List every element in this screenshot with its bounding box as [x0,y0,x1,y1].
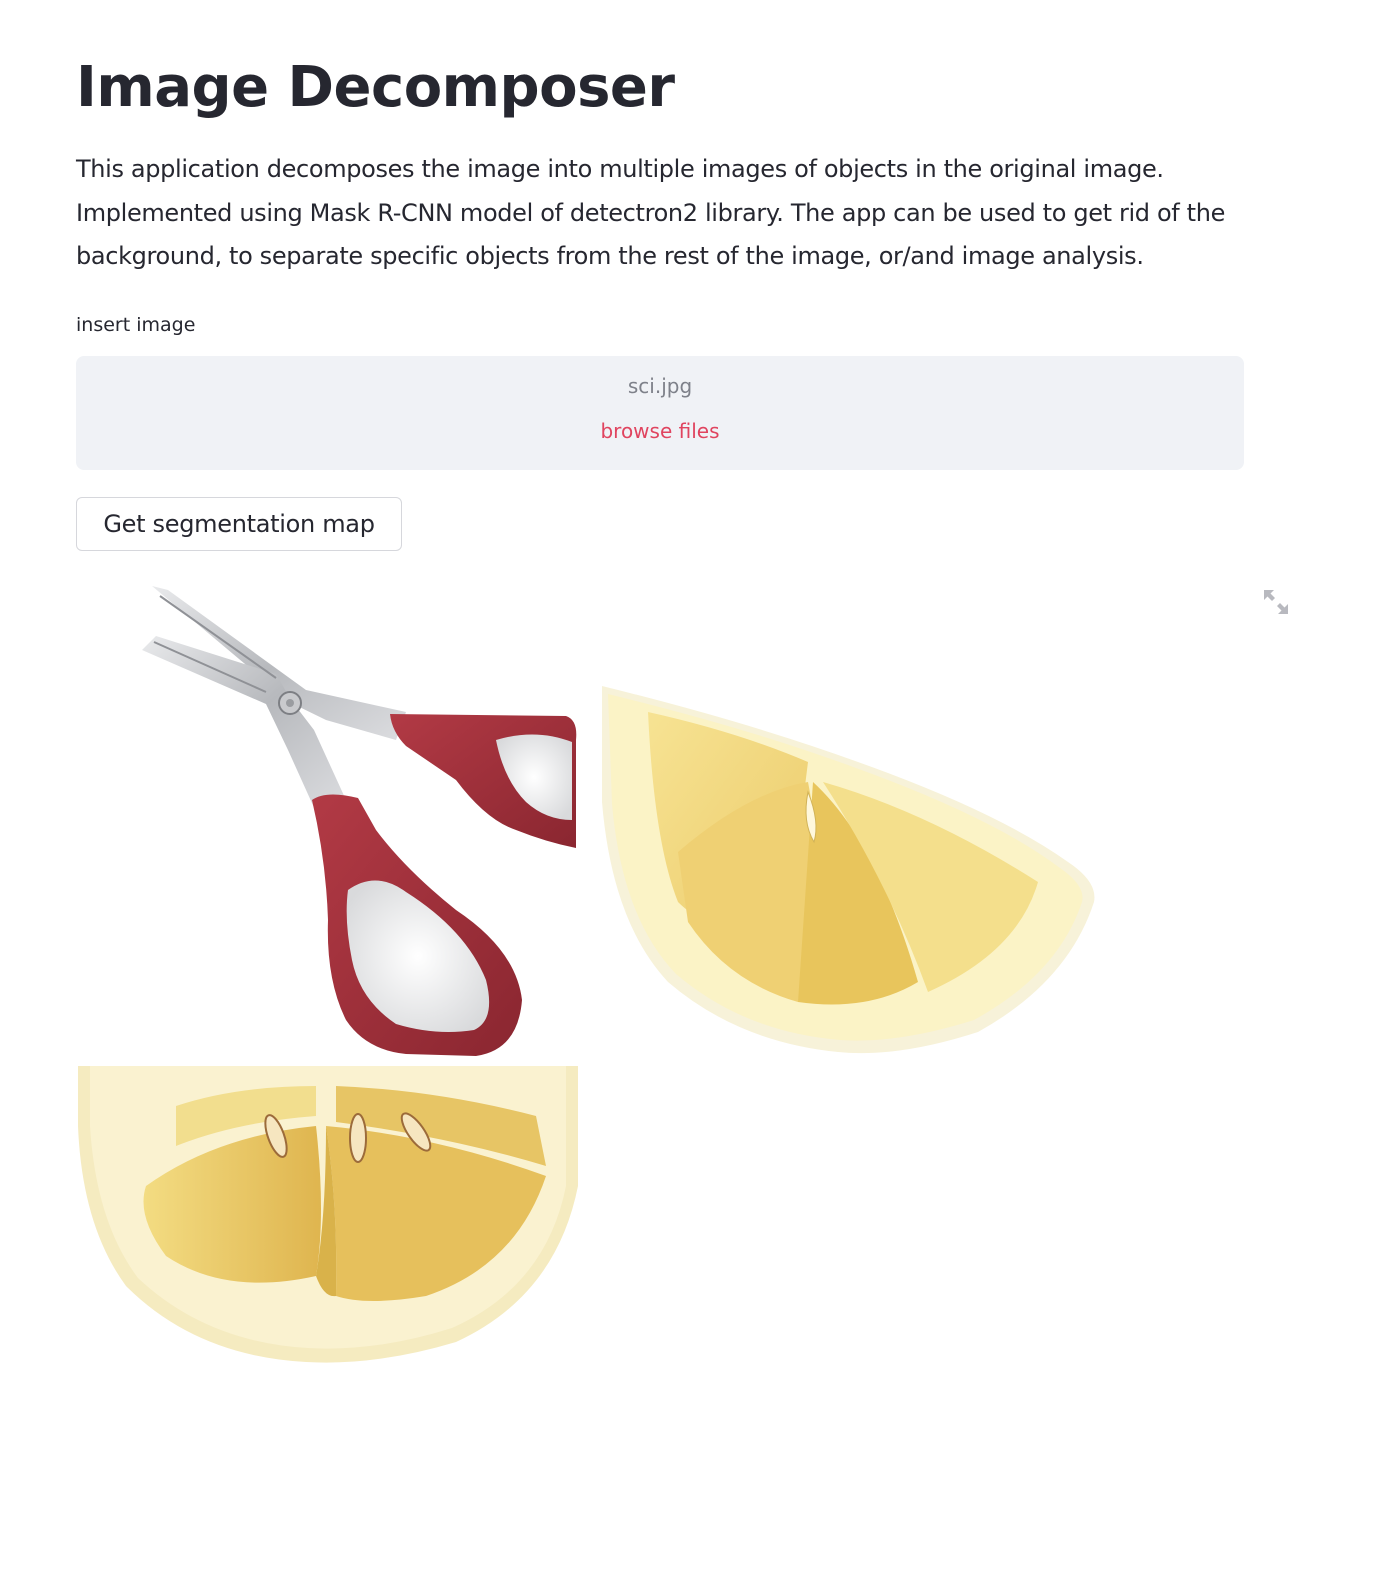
lemon-half-image [76,1066,578,1366]
page-title: Image Decomposer [76,55,675,120]
page-description: This application decomposes the image in… [76,155,1226,270]
uploader-label: insert image [76,314,196,336]
get-segmentation-map-button[interactable]: Get segmentation map [76,497,402,551]
expand-icon[interactable] [1262,588,1290,616]
browse-files-link[interactable]: browse files [76,419,1244,443]
lemon-wedge-image [598,682,1096,1056]
fullscreen-button[interactable] [1262,588,1290,616]
browse-files-label[interactable]: browse files [600,419,719,443]
scissors-image [76,580,578,1056]
uploaded-file-name: sci.jpg [627,374,693,398]
